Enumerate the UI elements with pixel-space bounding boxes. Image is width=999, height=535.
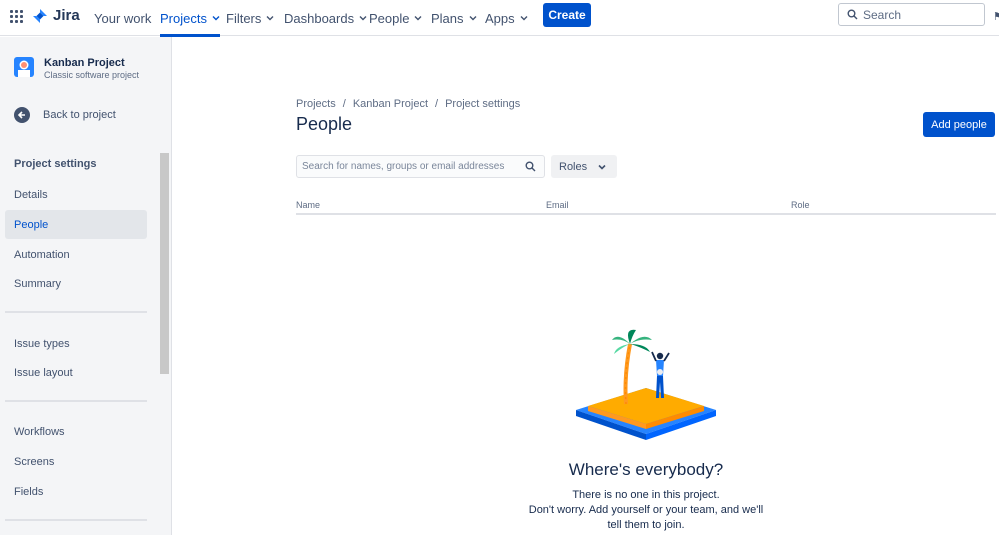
empty-state-line: There is no one in this project. [572, 489, 720, 501]
sidebar-divider [5, 519, 147, 521]
nav-label: Your work [94, 10, 152, 26]
sidebar-item-workflows[interactable]: Workflows [5, 417, 147, 446]
arrow-left-icon [14, 107, 30, 123]
column-header-email[interactable]: Email [546, 200, 569, 210]
project-avatar [14, 57, 34, 77]
column-header-role[interactable]: Role [791, 200, 810, 210]
sidebar-item-fields[interactable]: Fields [5, 477, 147, 506]
top-navigation: Jira Your work Projects Filters Dashboar… [0, 0, 999, 37]
breadcrumb-separator: / [342, 98, 346, 110]
sidebar-scrollbar-thumb[interactable] [160, 153, 169, 374]
empty-state-line: tell them to join. [607, 519, 685, 531]
chevron-down-icon [212, 16, 220, 21]
nav-apps[interactable]: Apps [485, 0, 528, 36]
product-name: Jira [53, 7, 80, 24]
project-header[interactable]: Kanban Project Classic software project [14, 57, 139, 81]
back-to-project-label: Back to project [43, 109, 116, 121]
create-button[interactable]: Create [543, 3, 591, 27]
sidebar-item-people[interactable]: People [5, 210, 147, 239]
add-people-button[interactable]: Add people [923, 112, 995, 137]
sidebar-divider [5, 400, 147, 402]
sidebar-item-summary[interactable]: Summary [5, 269, 147, 298]
roles-filter-button[interactable]: Roles [551, 155, 617, 178]
breadcrumb: Projects / Kanban Project / Project sett… [296, 98, 520, 110]
empty-state-message: There is no one in this project. Don't w… [496, 488, 796, 533]
search-icon [847, 9, 858, 20]
sidebar-item-label: Issue layout [14, 366, 73, 379]
sidebar-item-details[interactable]: Details [5, 180, 147, 209]
chevron-down-icon [266, 16, 274, 21]
nav-people[interactable]: People [369, 0, 422, 36]
project-settings-heading: Project settings [14, 158, 97, 170]
sidebar-item-automation[interactable]: Automation [5, 240, 147, 269]
sidebar-item-label: Summary [14, 277, 62, 290]
nav-label: Filters [226, 10, 262, 26]
nav-filters[interactable]: Filters [226, 0, 274, 36]
chevron-down-icon [598, 164, 606, 170]
sidebar-item-screens[interactable]: Screens [5, 447, 147, 476]
breadcrumb-project[interactable]: Kanban Project [353, 98, 428, 110]
column-header-name[interactable]: Name [296, 200, 320, 210]
sidebar-item-issue-types[interactable]: Issue types [5, 329, 147, 358]
nav-dashboards[interactable]: Dashboards [284, 0, 367, 36]
nav-your-work[interactable]: Your work [94, 0, 151, 36]
empty-state-line: Don't worry. Add yourself or your team, … [528, 504, 764, 516]
sidebar: Kanban Project Classic software project … [0, 37, 172, 535]
people-search[interactable] [296, 155, 545, 178]
chevron-down-icon [414, 16, 422, 21]
project-type: Classic software project [44, 70, 140, 80]
sidebar-item-label: Workflows [14, 425, 65, 438]
empty-state-title: Where's everybody? [568, 460, 724, 479]
jira-logo-icon [33, 8, 47, 23]
sidebar-item-label: Fields [14, 485, 44, 498]
app-switcher-icon[interactable] [10, 10, 23, 23]
notifications-icon[interactable]: ⚑ [993, 10, 999, 23]
breadcrumb-projects[interactable]: Projects [296, 98, 336, 110]
nav-label: Plans [431, 10, 464, 26]
project-avatar-icon [14, 57, 34, 77]
sidebar-item-label: Screens [14, 455, 55, 468]
chevron-down-icon [469, 16, 477, 21]
table-header-divider [296, 213, 996, 215]
jira-logo[interactable]: Jira [32, 7, 80, 24]
sidebar-item-label: Details [14, 188, 48, 201]
nav-label: People [369, 10, 410, 26]
nav-projects[interactable]: Projects [160, 0, 220, 37]
back-to-project-link[interactable]: Back to project [14, 107, 116, 123]
sidebar-divider [5, 311, 147, 313]
page-title: People [296, 114, 353, 134]
nav-label: Apps [485, 10, 515, 26]
chevron-down-icon [520, 16, 528, 21]
people-search-input[interactable] [302, 161, 522, 172]
empty-island-illustration [576, 329, 716, 440]
breadcrumb-separator: / [435, 98, 439, 110]
search-icon [525, 161, 536, 172]
nav-plans[interactable]: Plans [431, 0, 477, 36]
nav-label: Projects [160, 10, 207, 26]
breadcrumb-settings[interactable]: Project settings [445, 98, 520, 110]
sidebar-item-label: People [14, 218, 49, 231]
project-name: Kanban Project [44, 57, 125, 69]
sidebar-item-label: Issue types [14, 337, 70, 350]
global-search-input[interactable] [863, 7, 973, 22]
sidebar-item-label: Automation [14, 248, 70, 261]
chevron-down-icon [359, 16, 367, 21]
sidebar-item-issue-layout[interactable]: Issue layout [5, 358, 147, 387]
roles-label: Roles [559, 160, 588, 173]
global-search[interactable] [838, 3, 985, 26]
nav-label: Dashboards [284, 10, 355, 26]
